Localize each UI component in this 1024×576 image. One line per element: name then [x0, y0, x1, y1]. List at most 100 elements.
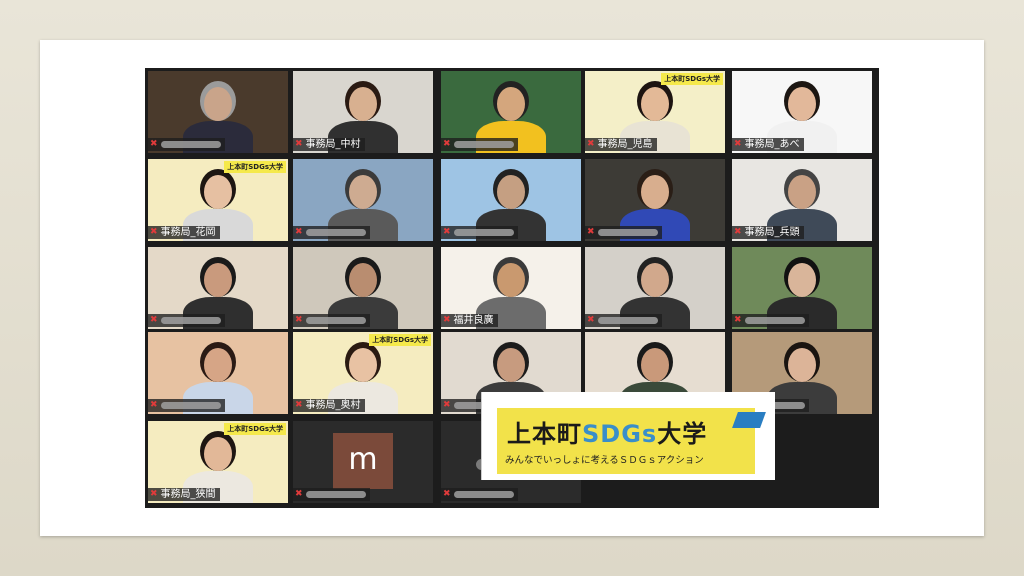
participant-face: [204, 263, 232, 297]
participant-face: [788, 175, 816, 209]
participant-name-bar: ✖: [585, 314, 662, 327]
participant-name-bar: ✖ 事務局_奥村: [293, 399, 365, 412]
participant-avatar: m: [333, 433, 393, 489]
participant-video-tile[interactable]: ✖ 福井良廣: [441, 247, 581, 329]
participant-name-bar: ✖: [441, 226, 518, 239]
participant-name: 事務局_花岡: [160, 227, 216, 238]
participant-face: [641, 263, 669, 297]
participant-face: [349, 87, 377, 121]
participant-face: [497, 263, 525, 297]
participant-name: 事務局_奥村: [305, 400, 361, 411]
participant-video-tile[interactable]: ✖: [293, 159, 433, 241]
blurred-name: [160, 317, 221, 324]
brand-title: 上本町SDGs大学: [507, 420, 708, 448]
mic-muted-icon: ✖: [734, 227, 742, 237]
blurred-name: [160, 141, 221, 148]
participant-face: [349, 175, 377, 209]
participant-video-tile[interactable]: 上本町SDGs大学 ✖ 事務局_児島: [585, 71, 725, 153]
participant-name-bar: ✖ 事務局_あべ: [732, 138, 804, 151]
mic-muted-icon: ✖: [150, 315, 158, 325]
mic-muted-icon: ✖: [295, 139, 303, 149]
participant-face: [204, 348, 232, 382]
participant-video-tile[interactable]: ✖: [148, 71, 288, 153]
participant-face: [349, 263, 377, 297]
virtual-background-logo: 上本町SDGs大学: [369, 334, 431, 346]
participant-face: [641, 87, 669, 121]
mic-muted-icon: ✖: [587, 139, 595, 149]
participant-video-tile[interactable]: 上本町SDGs大学 ✖ 事務局_奥村: [293, 332, 433, 414]
participant-name-bar: ✖: [293, 488, 370, 501]
brand-panel: 上本町SDGs大学 みんなでいっしょに考えるＳＤＧｓアクション: [481, 392, 775, 480]
participant-name-bar: ✖ 事務局_狭間: [148, 488, 220, 501]
participant-name: 事務局_兵頭: [744, 227, 800, 238]
mic-muted-icon: ✖: [443, 139, 451, 149]
participant-name-bar: ✖ 事務局_花岡: [148, 226, 220, 239]
blurred-name: [453, 229, 514, 236]
participant-video-tile[interactable]: ✖: [293, 247, 433, 329]
participant-video-tile[interactable]: ✖: [732, 247, 872, 329]
participant-name-bar: ✖: [148, 314, 225, 327]
mic-muted-icon: ✖: [150, 489, 158, 499]
mic-muted-icon: ✖: [443, 227, 451, 237]
participant-video-tile[interactable]: ✖: [148, 247, 288, 329]
participant-video-tile[interactable]: 上本町SDGs大学 ✖ 事務局_狭間: [148, 421, 288, 503]
participant-video-tile[interactable]: ✖: [441, 159, 581, 241]
brand-logo: 上本町SDGs大学 みんなでいっしょに考えるＳＤＧｓアクション: [497, 408, 766, 474]
participant-video-tile[interactable]: ✖: [441, 71, 581, 153]
participant-video-tile[interactable]: ✖: [585, 247, 725, 329]
mic-muted-icon: ✖: [295, 227, 303, 237]
blurred-name: [453, 491, 514, 498]
participant-face: [641, 175, 669, 209]
participant-face: [788, 263, 816, 297]
blurred-name: [305, 229, 366, 236]
participant-video-tile[interactable]: ✖ 事務局_兵頭: [732, 159, 872, 241]
participant-name-bar: ✖: [293, 226, 370, 239]
participant-video-tile[interactable]: ✖: [148, 332, 288, 414]
mic-muted-icon: ✖: [150, 139, 158, 149]
mic-muted-icon: ✖: [587, 227, 595, 237]
mic-muted-icon: ✖: [295, 489, 303, 499]
mic-muted-icon: ✖: [443, 315, 451, 325]
participant-face: [497, 348, 525, 382]
participant-name-bar: ✖ 福井良廣: [441, 314, 498, 327]
participant-name: 事務局_児島: [597, 139, 653, 150]
participant-name-bar: ✖: [732, 314, 809, 327]
blurred-name: [160, 402, 221, 409]
mic-muted-icon: ✖: [295, 315, 303, 325]
participant-name-bar: ✖: [293, 314, 370, 327]
participant-name-bar: ✖ 事務局_児島: [585, 138, 657, 151]
participant-face: [497, 175, 525, 209]
mic-muted-icon: ✖: [587, 315, 595, 325]
virtual-background-logo: 上本町SDGs大学: [224, 423, 286, 435]
participant-name-bar: ✖: [148, 399, 225, 412]
participant-video-tile[interactable]: ✖: [585, 159, 725, 241]
blurred-name: [597, 229, 658, 236]
participant-name-bar: ✖ 事務局_中村: [293, 138, 365, 151]
participant-video-tile[interactable]: ✖ 事務局_中村: [293, 71, 433, 153]
mic-muted-icon: ✖: [734, 315, 742, 325]
participant-face: [641, 348, 669, 382]
brand-subtitle: みんなでいっしょに考えるＳＤＧｓアクション: [505, 455, 704, 466]
participant-name-bar: ✖ 事務局_兵頭: [732, 226, 804, 239]
participant-name-bar: ✖: [585, 226, 662, 239]
participant-video-tile[interactable]: ✖ 事務局_あべ: [732, 71, 872, 153]
blurred-name: [597, 317, 658, 324]
participant-name-bar: ✖: [441, 488, 518, 501]
participant-name-bar: ✖: [441, 138, 518, 151]
participant-face: [204, 87, 232, 121]
blurred-name: [453, 141, 514, 148]
mic-muted-icon: ✖: [443, 489, 451, 499]
participant-name-bar: ✖: [148, 138, 225, 151]
mic-muted-icon: ✖: [734, 139, 742, 149]
participant-face: [349, 348, 377, 382]
virtual-background-logo: 上本町SDGs大学: [661, 73, 723, 85]
participant-video-tile[interactable]: 上本町SDGs大学 ✖ 事務局_花岡: [148, 159, 288, 241]
graduation-cap-icon: [732, 412, 766, 428]
participant-name: 事務局_狭間: [160, 489, 216, 500]
blurred-name: [744, 317, 805, 324]
participant-name: 事務局_中村: [305, 139, 361, 150]
participant-name: 事務局_あべ: [744, 139, 800, 150]
participant-video-tile[interactable]: m ✖: [293, 421, 433, 503]
blurred-name: [305, 491, 366, 498]
blurred-name: [305, 317, 366, 324]
